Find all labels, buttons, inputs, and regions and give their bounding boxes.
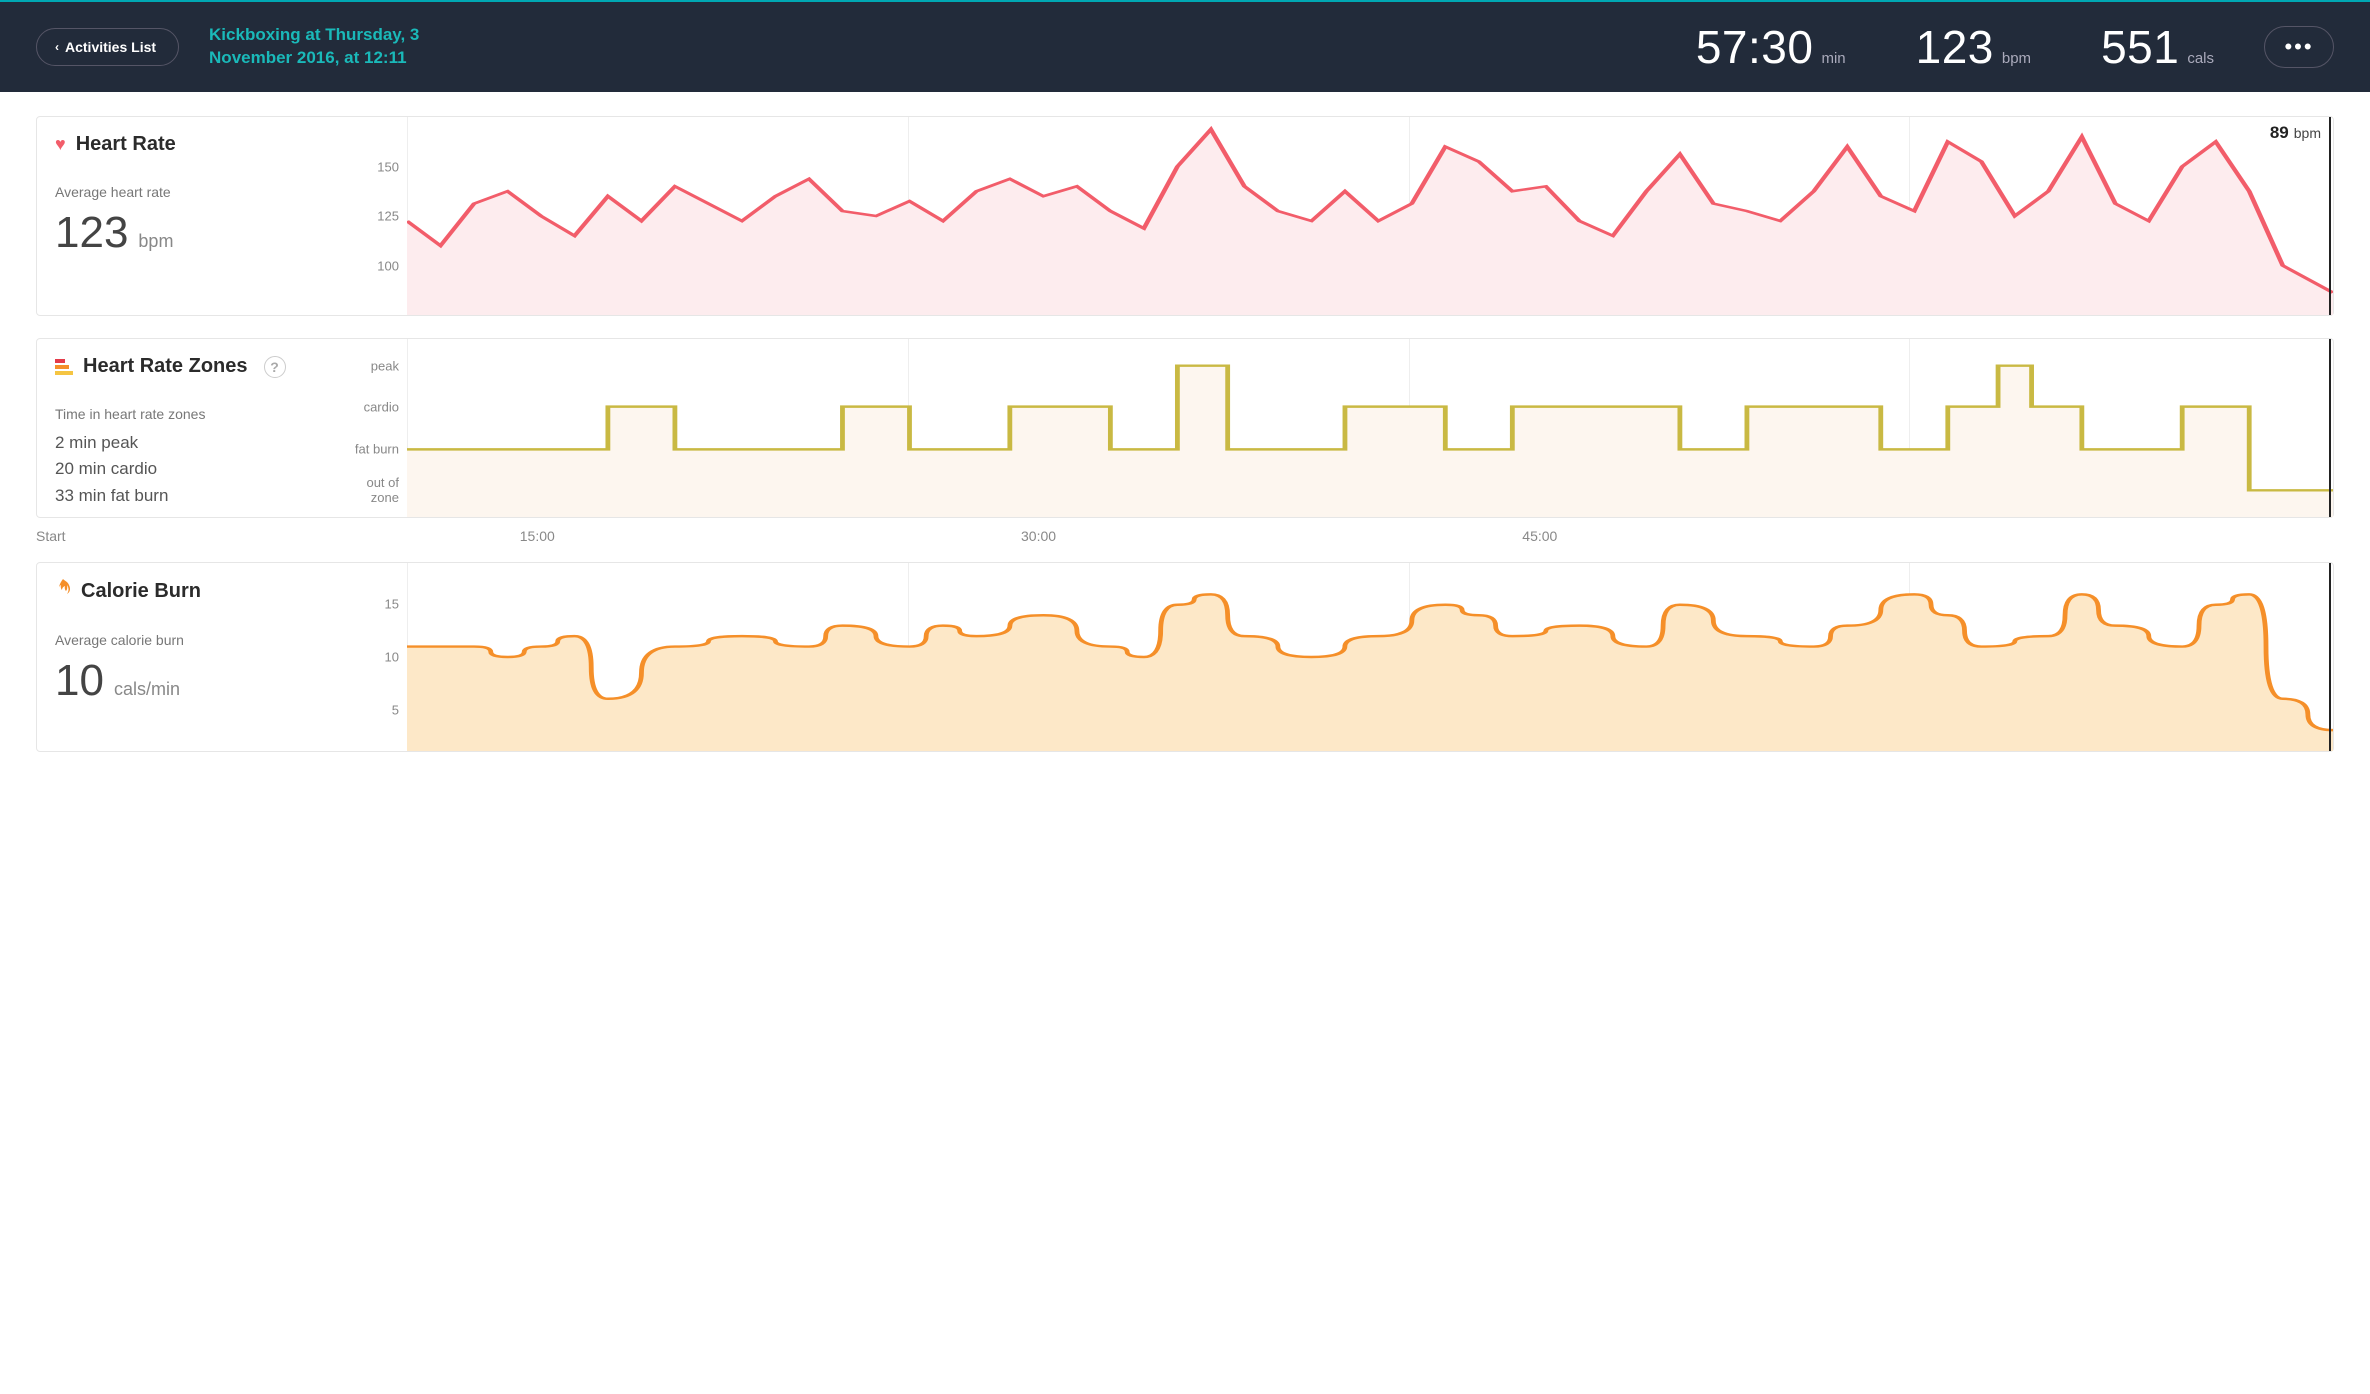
avg-cal-unit: cals/min — [114, 679, 180, 700]
cal-tick-15: 15 — [385, 597, 399, 612]
hr-zones-title: Heart Rate Zones ? — [55, 355, 319, 378]
header-stats: 57:30 min 123 bpm 551 cals — [1696, 20, 2214, 74]
avg-cal-display: 10 cals/min — [55, 656, 319, 706]
zones-icon — [55, 359, 73, 375]
avg-hr-unit: bpm — [2002, 50, 2031, 67]
hr-zones-sub: Time in heart rate zones — [55, 406, 319, 422]
zones-svg — [407, 339, 2333, 517]
calories-unit: cals — [2187, 50, 2214, 67]
hr-zones-summary: Heart Rate Zones ? Time in heart rate zo… — [37, 339, 337, 517]
calorie-chart[interactable] — [407, 563, 2333, 751]
hr-tooltip-unit: bpm — [2294, 125, 2321, 141]
cal-y-axis: 15 10 5 — [337, 563, 407, 751]
duration-unit: min — [1821, 50, 1845, 67]
chart-cursor[interactable] — [2329, 117, 2331, 315]
heart-rate-sub: Average heart rate — [55, 184, 319, 200]
chart-cursor[interactable] — [2329, 339, 2331, 517]
zone-label-cardio: cardio — [364, 399, 399, 414]
time-tick-start: Start — [36, 528, 66, 544]
main-content: ♥ Heart Rate Average heart rate 123 bpm … — [0, 92, 2370, 798]
duration-value: 57:30 — [1696, 20, 1814, 74]
zone-label-fatburn: fat burn — [355, 442, 399, 457]
calorie-card: Calorie Burn Average calorie burn 10 cal… — [36, 562, 2334, 752]
hr-tick-150: 150 — [377, 159, 399, 174]
top-header: ‹ Activities List Kickboxing at Thursday… — [0, 0, 2370, 92]
chart-cursor[interactable] — [2329, 563, 2331, 751]
calorie-summary: Calorie Burn Average calorie burn 10 cal… — [37, 563, 337, 751]
cal-tick-5: 5 — [392, 702, 399, 717]
zone-peak-text: 2 min peak — [55, 430, 319, 456]
time-tick-30: 30:00 — [1021, 528, 1056, 544]
heart-rate-card: ♥ Heart Rate Average heart rate 123 bpm … — [36, 116, 2334, 316]
hr-svg — [407, 117, 2333, 315]
hr-tick-100: 100 — [377, 258, 399, 273]
time-axis: Start 15:00 30:00 45:00 — [36, 528, 2334, 548]
flame-icon — [55, 579, 71, 604]
stat-calories: 551 cals — [2101, 20, 2214, 74]
hr-y-axis: 150 125 100 — [337, 117, 407, 315]
cal-tick-10: 10 — [385, 650, 399, 665]
avg-hr-big-value: 123 — [55, 208, 128, 258]
time-tick-45: 45:00 — [1522, 528, 1557, 544]
stat-duration: 57:30 min — [1696, 20, 1846, 74]
help-icon[interactable]: ? — [264, 356, 286, 378]
time-tick-15: 15:00 — [520, 528, 555, 544]
zone-breakdown: 2 min peak 20 min cardio 33 min fat burn — [55, 430, 319, 509]
hr-zones-title-text: Heart Rate Zones — [83, 355, 248, 378]
hr-tooltip: 89 bpm — [2270, 123, 2321, 143]
zone-label-out: out of zone — [337, 475, 399, 505]
avg-hr-display: 123 bpm — [55, 208, 319, 258]
avg-cal-value: 10 — [55, 656, 104, 706]
heart-rate-title: ♥ Heart Rate — [55, 133, 319, 156]
more-menu-button[interactable]: ••• — [2264, 26, 2334, 68]
calories-value: 551 — [2101, 20, 2179, 74]
avg-hr-value: 123 — [1916, 20, 1994, 74]
chevron-left-icon: ‹ — [55, 40, 59, 54]
avg-hr-big-unit: bpm — [138, 231, 173, 252]
activities-list-button[interactable]: ‹ Activities List — [36, 28, 179, 66]
hr-tooltip-value: 89 — [2270, 123, 2289, 143]
heart-rate-title-text: Heart Rate — [76, 133, 176, 156]
zones-y-axis: peak cardio fat burn out of zone — [337, 339, 407, 517]
calorie-sub: Average calorie burn — [55, 632, 319, 648]
hr-tick-125: 125 — [377, 209, 399, 224]
stat-avg-hr: 123 bpm — [1916, 20, 2031, 74]
hr-zones-card: Heart Rate Zones ? Time in heart rate zo… — [36, 338, 2334, 518]
activity-title: Kickboxing at Thursday, 3 November 2016,… — [209, 24, 469, 70]
hr-zones-chart[interactable] — [407, 339, 2333, 517]
back-label: Activities List — [65, 39, 156, 55]
zone-fatburn-text: 33 min fat burn — [55, 483, 319, 509]
heart-icon: ♥ — [55, 134, 66, 155]
calorie-title-text: Calorie Burn — [81, 580, 201, 603]
zone-cardio-text: 20 min cardio — [55, 456, 319, 482]
cal-svg — [407, 563, 2333, 751]
heart-rate-summary: ♥ Heart Rate Average heart rate 123 bpm — [37, 117, 337, 315]
calorie-title: Calorie Burn — [55, 579, 319, 604]
ellipsis-icon: ••• — [2284, 34, 2313, 59]
heart-rate-chart[interactable]: 89 bpm — [407, 117, 2333, 315]
zone-label-peak: peak — [371, 358, 399, 373]
